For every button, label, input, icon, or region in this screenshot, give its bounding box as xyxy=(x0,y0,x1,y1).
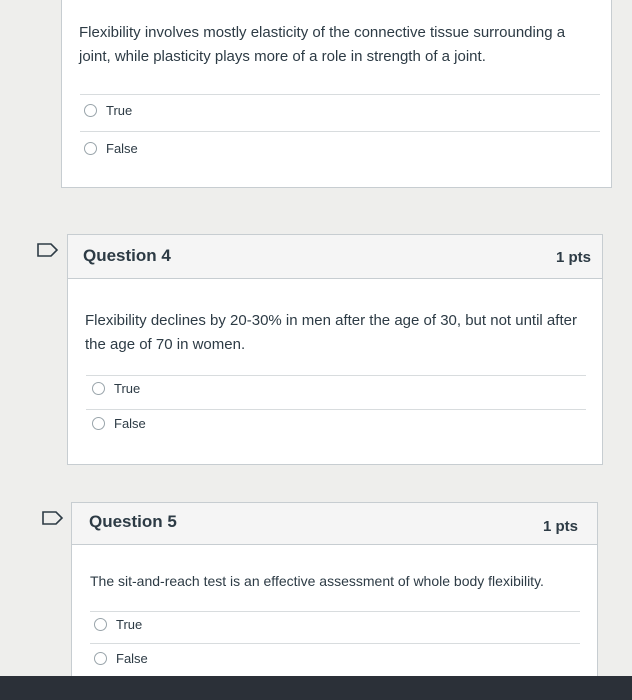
radio-button[interactable] xyxy=(92,382,105,395)
radio-button[interactable] xyxy=(94,652,107,665)
flag-icon[interactable] xyxy=(41,510,65,526)
flag-icon[interactable] xyxy=(36,242,60,258)
question-4-header: Question 4 1 pts xyxy=(68,235,602,279)
radio-button[interactable] xyxy=(94,618,107,631)
answer-option-false[interactable]: False xyxy=(92,416,146,431)
question-5-title: Question 5 xyxy=(89,512,177,531)
answer-label: False xyxy=(114,416,146,431)
question-3-card: Flexibility involves mostly elasticity o… xyxy=(61,0,612,188)
answer-divider xyxy=(80,131,600,132)
question-3-prompt: Flexibility involves mostly elasticity o… xyxy=(79,24,566,65)
question-5-card: Question 5 1 pts The sit-and-reach test … xyxy=(71,502,598,676)
answer-label: True xyxy=(114,381,141,396)
answer-option-false[interactable]: False xyxy=(84,141,138,156)
answer-label: True xyxy=(116,617,143,632)
question-4-title: Question 4 xyxy=(83,246,171,265)
answer-divider xyxy=(86,375,586,376)
answer-divider xyxy=(86,409,586,410)
radio-button[interactable] xyxy=(84,142,97,155)
answer-option-true[interactable]: True xyxy=(92,381,140,396)
answer-label: False xyxy=(106,141,138,156)
answer-option-true[interactable]: True xyxy=(84,103,132,118)
answer-option-false[interactable]: False xyxy=(94,651,148,666)
answer-divider xyxy=(80,94,600,95)
answer-option-true[interactable]: True xyxy=(94,617,142,632)
question-4-card: Question 4 1 pts Flexibility declines by… xyxy=(67,234,603,465)
question-4-points: 1 pts xyxy=(555,249,591,266)
answer-divider xyxy=(90,611,580,612)
question-5-header: Question 5 1 pts xyxy=(72,503,597,545)
radio-button[interactable] xyxy=(84,104,97,117)
radio-button[interactable] xyxy=(92,417,105,430)
answer-label: False xyxy=(116,651,148,666)
question-5-points: 1 pts xyxy=(542,518,578,535)
answer-divider xyxy=(90,643,580,644)
screen-bottom-edge xyxy=(0,676,632,700)
answer-label: True xyxy=(106,103,133,118)
question-5-prompt: The sit-and-reach test is an effective a… xyxy=(90,573,544,589)
question-4-prompt: Flexibility declines by 20-30% in men af… xyxy=(85,312,577,353)
